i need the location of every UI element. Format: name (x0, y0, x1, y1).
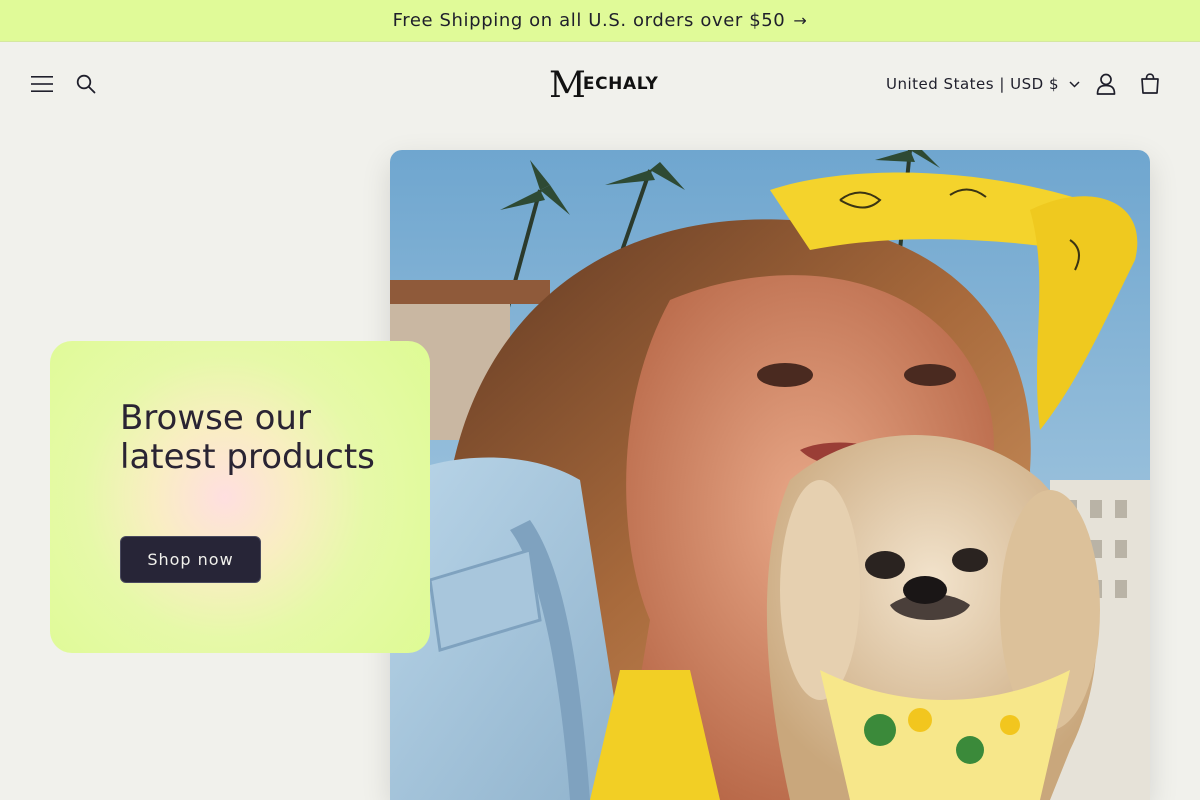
menu-icon (31, 76, 53, 92)
country-selector[interactable]: United States | USD $ (886, 67, 1080, 101)
logo-initial: M (549, 65, 586, 106)
cart-button[interactable] (1128, 62, 1172, 106)
hero-text-card: Browse our latest products Shop now (50, 341, 430, 653)
site-logo[interactable]: M ECHALY (549, 65, 659, 106)
search-icon (76, 74, 96, 94)
hero-photo-illustration (390, 150, 1150, 800)
logo-text: ECHALY (582, 74, 659, 94)
search-button[interactable] (64, 62, 108, 106)
announcement-bar: Free Shipping on all U.S. orders over $5… (0, 0, 1200, 42)
country-selector-label: United States | USD $ (886, 75, 1060, 93)
announcement-text: Free Shipping on all U.S. orders over $5… (392, 10, 786, 31)
cart-icon (1141, 73, 1159, 94)
arrow-right-icon: → (793, 11, 808, 30)
hero-image (390, 150, 1150, 800)
account-icon (1096, 73, 1116, 95)
chevron-down-icon (1069, 80, 1080, 88)
shop-now-button[interactable]: Shop now (120, 536, 261, 583)
hero-title: Browse our latest products (120, 398, 375, 477)
site-header: M ECHALY United States | USD $ (0, 42, 1200, 126)
menu-button[interactable] (20, 62, 64, 106)
announcement-link[interactable]: Free Shipping on all U.S. orders over $5… (393, 10, 808, 31)
account-button[interactable] (1084, 62, 1128, 106)
